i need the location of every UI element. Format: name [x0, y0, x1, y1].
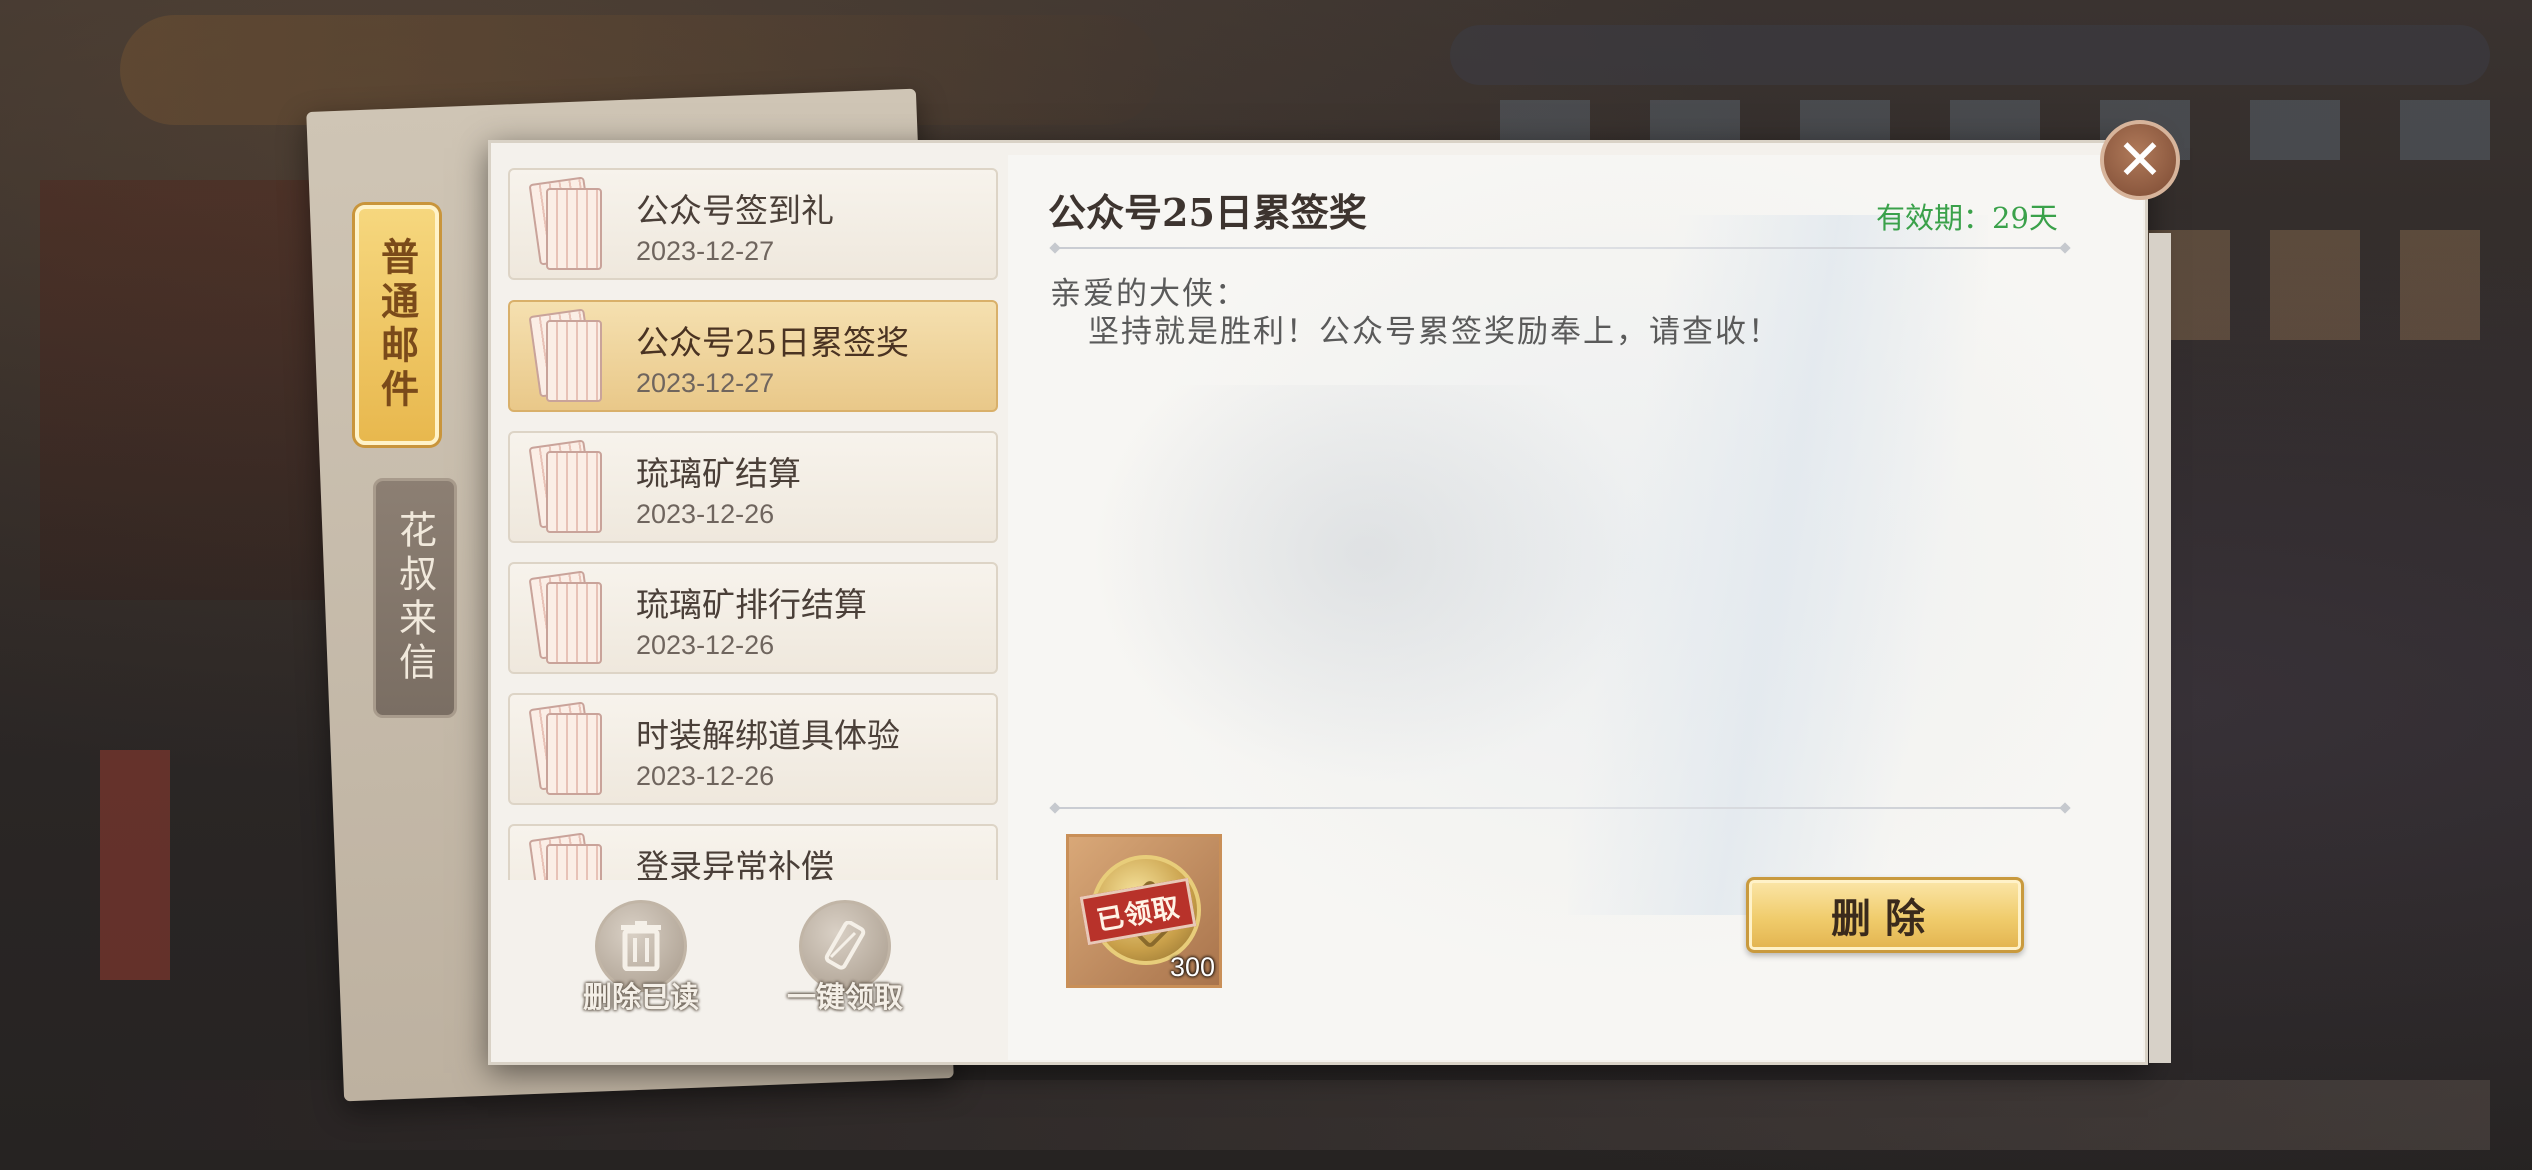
- collect-all-label: 一键领取: [786, 980, 903, 1014]
- letter-icon: [528, 701, 604, 797]
- letter-icon: [528, 439, 604, 535]
- mail-item-title: 时装解绑道具体验: [636, 716, 900, 755]
- background-shop-row-2: [2140, 230, 2480, 340]
- tab-normal-mail[interactable]: 普通邮件: [355, 205, 439, 445]
- mail-body: 坚持就是胜利！公众号累签奖励奉上，请查收！: [1088, 314, 1781, 350]
- divider: [1055, 247, 2065, 249]
- collect-all-button[interactable]: 一键领取: [780, 900, 910, 1016]
- delete-read-button[interactable]: 删除已读: [576, 900, 706, 1016]
- background-currency-bar: [1450, 25, 2490, 85]
- delete-read-label: 删除已读: [582, 980, 699, 1014]
- mail-subject: 公众号25日累签奖: [1048, 190, 1367, 235]
- letter-icon: [528, 570, 604, 666]
- mail-list-item[interactable]: 时装解绑道具体验 2023-12-26: [508, 693, 998, 805]
- letter-icon: [528, 308, 604, 404]
- mail-item-date: 2023-12-27: [636, 236, 775, 266]
- mail-item-date: 2023-12-26: [636, 499, 775, 529]
- letter-icon: [528, 176, 604, 272]
- reward-item[interactable]: 已领取 300: [1066, 834, 1222, 988]
- mail-item-date: 2023-12-26: [636, 761, 775, 791]
- mail-item-title: 公众号25日累签奖: [636, 323, 909, 362]
- mail-item-date: 2023-12-26: [636, 630, 775, 660]
- background-banner: [100, 750, 170, 980]
- mail-list-item[interactable]: 登录异常补偿: [508, 824, 998, 880]
- mail-item-date: 2023-12-27: [636, 368, 775, 398]
- expiry-label: 有效期：29天: [1876, 201, 2058, 235]
- tab-uncle-letters[interactable]: 花叔来信: [373, 478, 457, 718]
- mail-item-title: 琉璃矿结算: [636, 454, 801, 493]
- reward-count: 300: [1169, 952, 1215, 982]
- mail-item-title: 登录异常补偿: [636, 847, 834, 880]
- mail-list-item[interactable]: 琉璃矿结算 2023-12-26: [508, 431, 998, 543]
- divider: [1055, 807, 2065, 809]
- mail-item-title: 公众号签到礼: [636, 191, 834, 230]
- mail-list[interactable]: 公众号签到礼 2023-12-27 公众号25日累签奖 2023-12-27 琉…: [508, 160, 1000, 880]
- mail-list-item-selected[interactable]: 公众号25日累签奖 2023-12-27: [508, 300, 998, 412]
- mail-list-item[interactable]: 琉璃矿排行结算 2023-12-26: [508, 562, 998, 674]
- delete-button[interactable]: 删除: [1746, 877, 2024, 953]
- letter-icon: [528, 832, 604, 880]
- close-icon[interactable]: ✕: [2100, 120, 2180, 200]
- mail-list-item[interactable]: 公众号签到礼 2023-12-27: [508, 168, 998, 280]
- background-building: [40, 180, 340, 600]
- mail-item-title: 琉璃矿排行结算: [636, 585, 867, 624]
